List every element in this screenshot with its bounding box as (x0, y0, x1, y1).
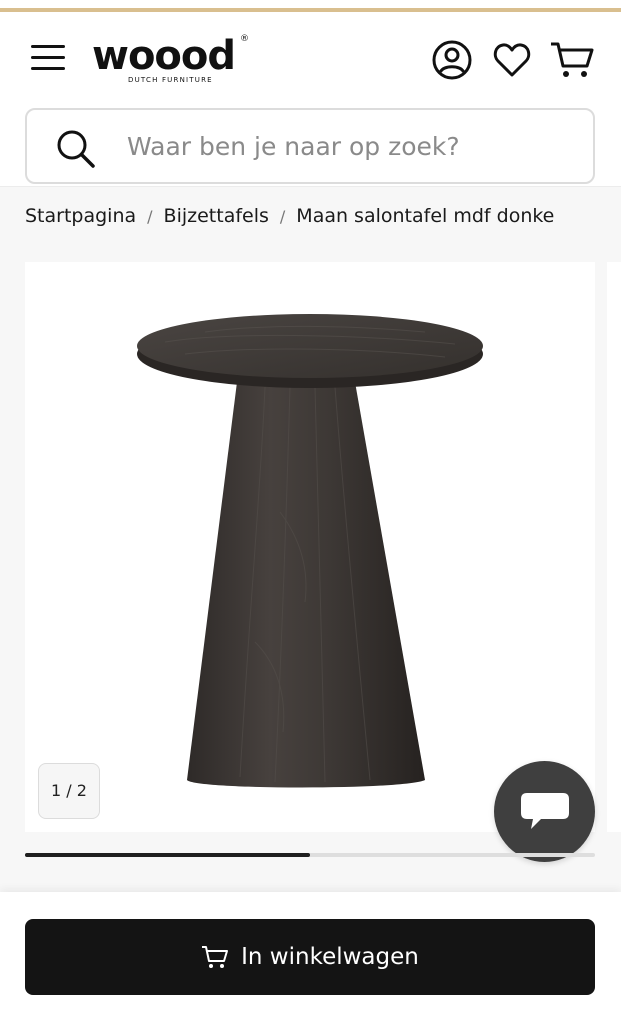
account-icon[interactable] (430, 38, 474, 82)
breadcrumb-category[interactable]: Bijzettafels (164, 205, 269, 227)
sticky-cart-panel: In winkelwagen (0, 892, 621, 1024)
chat-bubble-icon (521, 793, 569, 829)
logo-tagline: DUTCH FURNITURE (128, 76, 213, 84)
add-to-cart-label: In winkelwagen (241, 944, 419, 970)
search-input[interactable] (127, 124, 567, 168)
gallery-progress-fill (25, 853, 310, 857)
logo-registered-mark: ® (240, 34, 249, 44)
heart-icon[interactable] (490, 38, 534, 82)
product-image-frame[interactable] (25, 262, 595, 832)
breadcrumb-current: Maan salontafel mdf donke (296, 205, 555, 227)
top-accent-bar (0, 0, 621, 12)
hamburger-menu-icon[interactable] (31, 44, 65, 72)
breadcrumb: Startpagina / Bijzettafels / Maan salontafel… (25, 201, 621, 231)
breadcrumb-separator: / (279, 207, 286, 226)
image-counter: 1 / 2 (38, 763, 100, 819)
breadcrumb-separator: / (147, 207, 153, 226)
logo-wordmark: woood (92, 33, 236, 79)
cart-icon (202, 946, 229, 968)
add-to-cart-button[interactable]: In winkelwagen (25, 919, 595, 995)
product-image (137, 314, 483, 788)
gallery-progress-track (25, 853, 595, 857)
next-image-peek[interactable] (607, 262, 621, 832)
site-logo[interactable]: woood ® DUTCH FURNITURE (92, 34, 252, 86)
breadcrumb-fade (581, 201, 621, 231)
search-icon[interactable] (55, 128, 97, 170)
chat-button[interactable] (494, 761, 595, 862)
search-bar[interactable] (25, 108, 595, 184)
breadcrumb-home[interactable]: Startpagina (25, 205, 136, 227)
site-header: woood ® DUTCH FURNITURE (0, 16, 621, 102)
cart-icon[interactable] (549, 38, 594, 82)
breadcrumb-bar: Startpagina / Bijzettafels / Maan salontafel… (0, 186, 621, 256)
